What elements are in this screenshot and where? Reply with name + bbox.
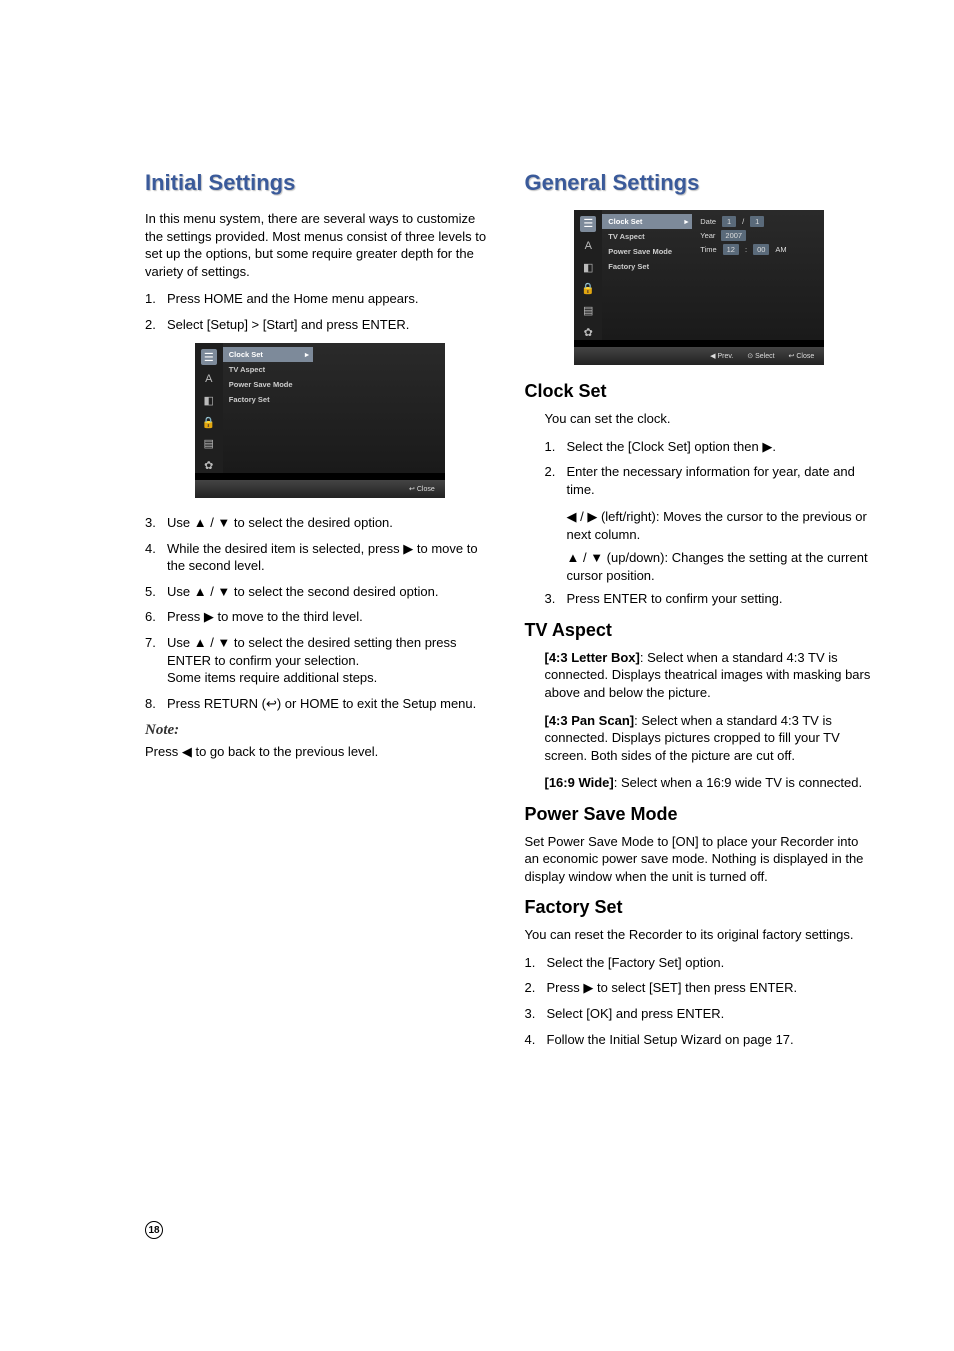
clock-set-heading: Clock Set <box>525 381 875 402</box>
gear-icon: ☰ <box>580 216 596 232</box>
right-column: General Settings ☰ A ◧ 🔒 ▤ ✿ Clock Set T… <box>525 170 875 1058</box>
osd-time-h: 12 <box>723 244 739 255</box>
osd-menu-item: Clock Set <box>602 214 692 229</box>
osd-menu-item: Power Save Mode <box>602 244 692 259</box>
step: Follow the Initial Setup Wizard on page … <box>525 1031 875 1049</box>
step: Use ▲ / ▼ to select the desired setting … <box>145 634 495 687</box>
letter-a-icon: A <box>580 238 596 254</box>
osd-date-month: 1 <box>722 216 736 227</box>
osd-year: 2007 <box>721 230 746 241</box>
clock-set-sub2: ▲ / ▼ (up/down): Changes the setting at … <box>567 549 875 584</box>
osd-right-panel: Date 1 / 1 Year 2007 Time 12 : 00 AM <box>692 210 824 340</box>
osd-menu-item: Power Save Mode <box>223 377 313 392</box>
audio-icon: ◧ <box>201 393 217 409</box>
osd-icon-column: ☰ A ◧ 🔒 ▤ ✿ <box>195 343 223 473</box>
step: Select the [Factory Set] option. <box>525 954 875 972</box>
page-content: Initial Settings In this menu system, th… <box>0 0 954 1118</box>
factory-set-intro: You can reset the Recorder to its origin… <box>525 926 875 944</box>
clock-set-sub1: ◀ / ▶ (left/right): Moves the cursor to … <box>567 508 875 543</box>
lock-icon: 🔒 <box>201 414 217 430</box>
left-title: Initial Settings <box>145 170 495 196</box>
disc-icon: ▤ <box>201 436 217 452</box>
osd-screenshot-2: ☰ A ◧ 🔒 ▤ ✿ Clock Set TV Aspect Power Sa… <box>574 210 824 365</box>
osd-menu-item: TV Aspect <box>602 229 692 244</box>
osd-footer: ◀ Prev. ⊙ Select ↩ Close <box>574 347 824 365</box>
osd-time-label: Time <box>700 245 716 254</box>
step: Select the [Clock Set] option then ▶. <box>545 438 875 456</box>
step: Press ▶ to select [SET] then press ENTER… <box>525 979 875 997</box>
network-icon: ✿ <box>580 324 596 340</box>
gear-icon: ☰ <box>201 349 217 365</box>
factory-set-heading: Factory Set <box>525 897 875 918</box>
osd-date-label: Date <box>700 217 716 226</box>
tv-aspect-opt2: [4:3 Pan Scan]: Select when a standard 4… <box>545 712 875 765</box>
osd-menu-item: TV Aspect <box>223 362 313 377</box>
osd-time-m: 00 <box>753 244 769 255</box>
left-steps-b: Use ▲ / ▼ to select the desired option. … <box>145 514 495 712</box>
osd-footer-prev: ◀ Prev. <box>708 352 733 360</box>
osd-footer-close: ↩ Close <box>787 352 815 360</box>
osd-date-day: 1 <box>750 216 764 227</box>
lock-icon: 🔒 <box>580 281 596 297</box>
step: Press ENTER to confirm your setting. <box>545 590 875 608</box>
osd-footer-close: ↩ Close <box>407 485 435 493</box>
page-number: 18 <box>145 1221 163 1239</box>
step: While the desired item is selected, pres… <box>145 540 495 575</box>
osd-footer-select: ⊙ Select <box>745 352 774 360</box>
osd-menu-item: Factory Set <box>602 259 692 274</box>
audio-icon: ◧ <box>580 259 596 275</box>
osd-menu-list: Clock Set TV Aspect Power Save Mode Fact… <box>602 210 692 340</box>
osd-menu-item: Factory Set <box>223 392 313 407</box>
clock-set-intro: You can set the clock. <box>545 410 875 428</box>
step: Use ▲ / ▼ to select the second desired o… <box>145 583 495 601</box>
osd-footer: ↩ Close <box>195 480 445 498</box>
osd-icon-column: ☰ A ◧ 🔒 ▤ ✿ <box>574 210 602 340</box>
note-label: Note: <box>145 722 495 739</box>
note-text: Press ◀ to go back to the previous level… <box>145 743 495 761</box>
step: Press HOME and the Home menu appears. <box>145 290 495 308</box>
network-icon: ✿ <box>201 458 217 474</box>
osd-screenshot-1: ☰ A ◧ 🔒 ▤ ✿ Clock Set TV Aspect Power Sa… <box>195 343 445 498</box>
letter-a-icon: A <box>201 371 217 387</box>
power-save-text: Set Power Save Mode to [ON] to place you… <box>525 833 875 886</box>
left-steps-a: Press HOME and the Home menu appears. Se… <box>145 290 495 333</box>
tv-aspect-opt3: [16:9 Wide]: Select when a 16:9 wide TV … <box>545 774 875 792</box>
left-intro: In this menu system, there are several w… <box>145 210 495 280</box>
osd-year-label: Year <box>700 231 715 240</box>
osd-menu-list: Clock Set TV Aspect Power Save Mode Fact… <box>223 343 313 473</box>
clock-set-step3: Press ENTER to confirm your setting. <box>545 590 875 608</box>
clock-set-steps: Select the [Clock Set] option then ▶. En… <box>545 438 875 499</box>
tv-aspect-heading: TV Aspect <box>525 620 875 641</box>
factory-set-steps: Select the [Factory Set] option. Press ▶… <box>525 954 875 1048</box>
power-save-heading: Power Save Mode <box>525 804 875 825</box>
step: Press RETURN (↩) or HOME to exit the Set… <box>145 695 495 713</box>
step: Press ▶ to move to the third level. <box>145 608 495 626</box>
step: Select [OK] and press ENTER. <box>525 1005 875 1023</box>
step: Enter the necessary information for year… <box>545 463 875 498</box>
disc-icon: ▤ <box>580 303 596 319</box>
osd-time-ampm: AM <box>775 245 786 254</box>
step: Use ▲ / ▼ to select the desired option. <box>145 514 495 532</box>
osd-menu-item: Clock Set <box>223 347 313 362</box>
step: Select [Setup] > [Start] and press ENTER… <box>145 316 495 334</box>
tv-aspect-opt1: [4:3 Letter Box]: Select when a standard… <box>545 649 875 702</box>
left-column: Initial Settings In this menu system, th… <box>145 170 495 1058</box>
right-title: General Settings <box>525 170 875 196</box>
